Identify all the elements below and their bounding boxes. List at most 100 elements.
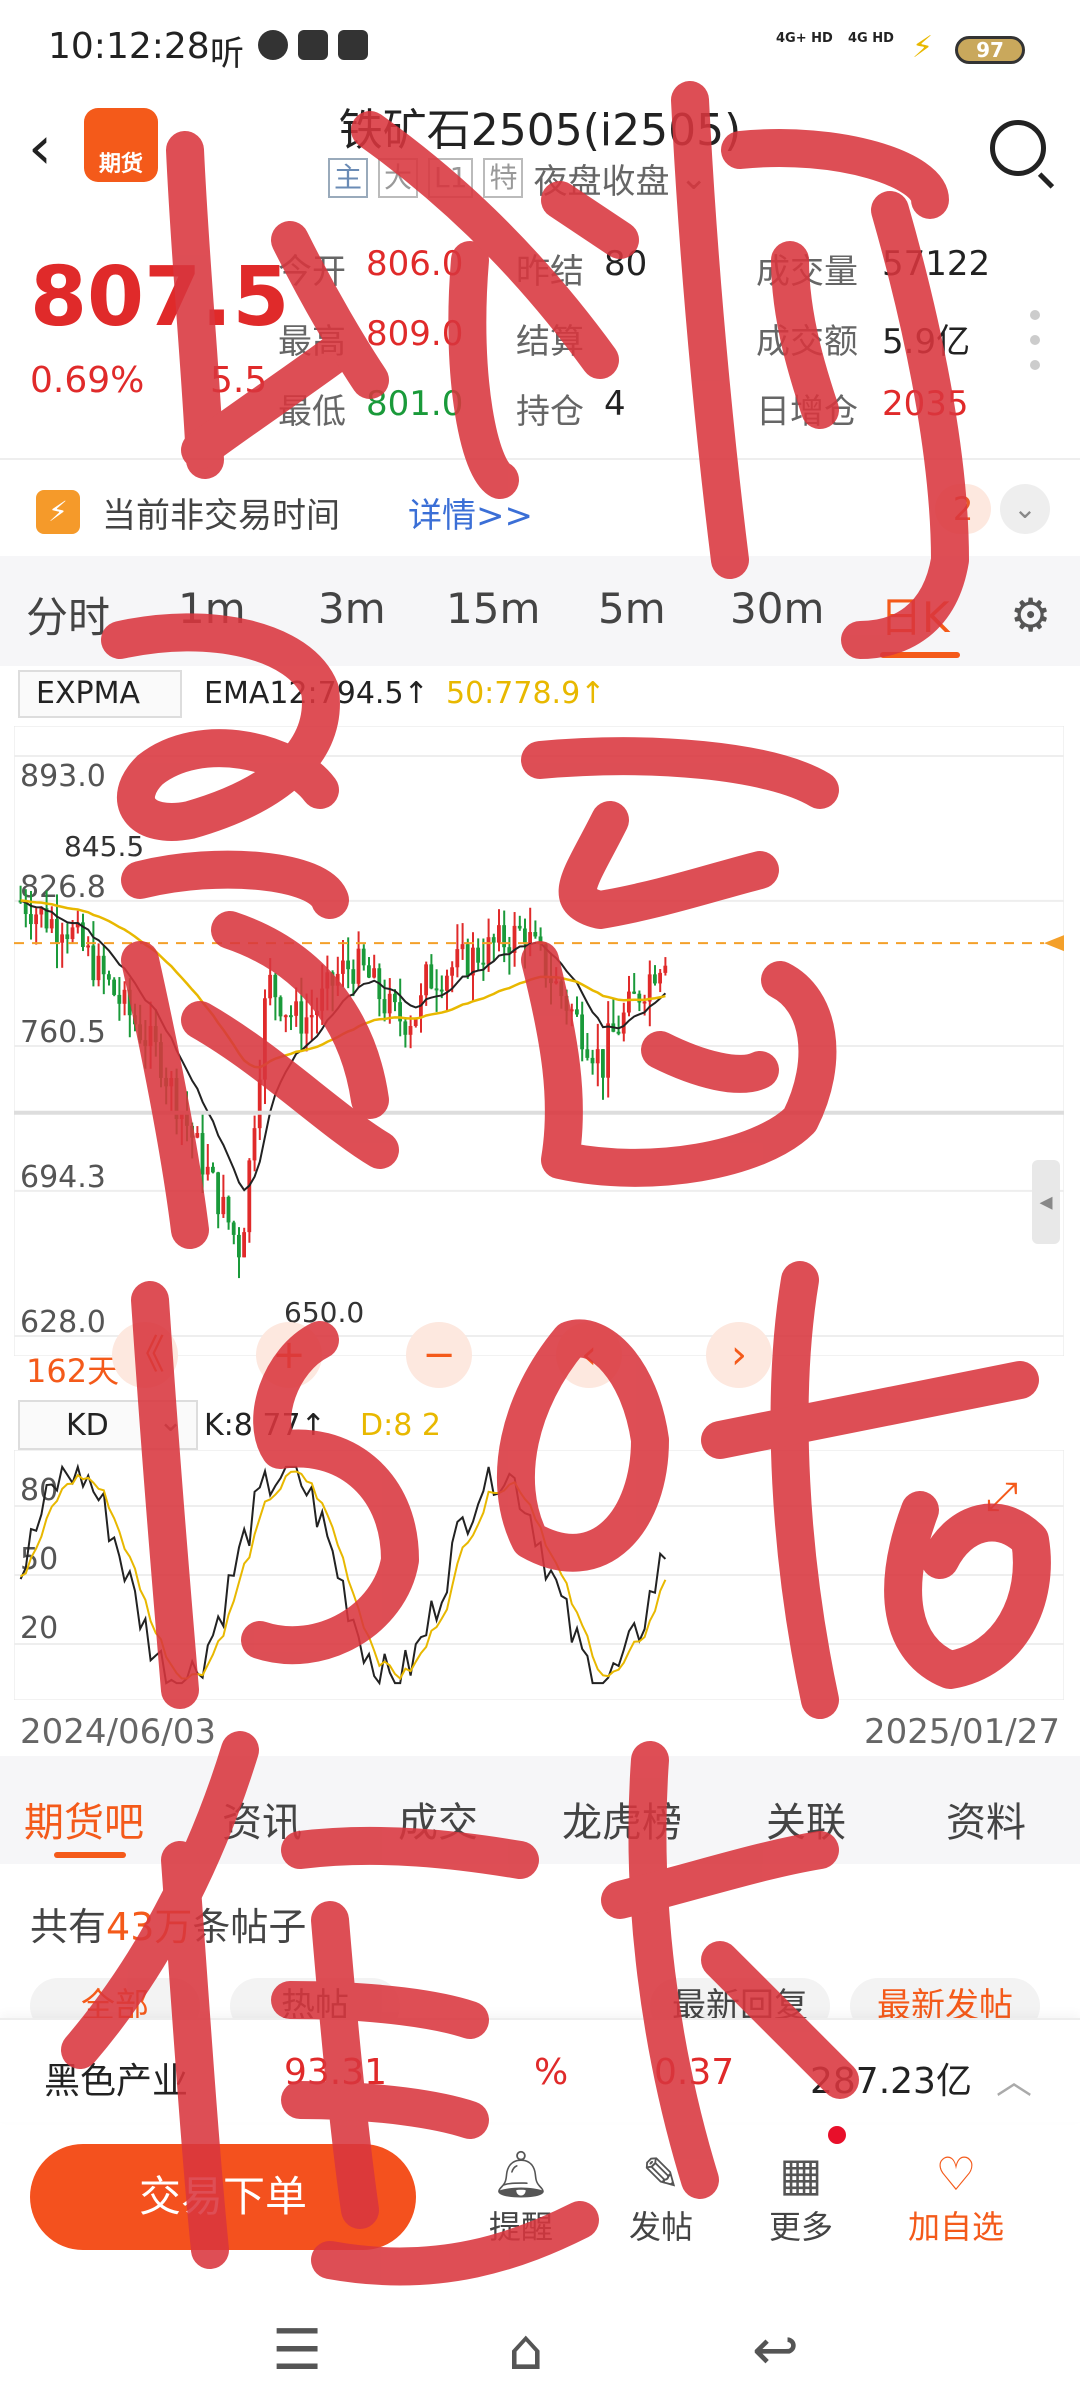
- search-icon[interactable]: [990, 120, 1046, 176]
- side-collapse-handle[interactable]: ◂: [1032, 1160, 1060, 1244]
- status-time: 10:12:28: [48, 26, 210, 67]
- menu-nav-icon[interactable]: ☰: [272, 2318, 322, 2383]
- candle-body: [341, 960, 345, 974]
- candle-body: [356, 948, 361, 984]
- chevron-down-icon[interactable]: ⌄: [158, 1404, 183, 1439]
- trade-order-button[interactable]: 交易下单: [30, 2144, 416, 2250]
- chart-frame: [14, 726, 1064, 1356]
- post-count-prefix: 共有: [30, 1905, 107, 1949]
- sector-pct: %: [534, 2052, 569, 2093]
- chevron-up-icon[interactable]: ︿: [996, 2052, 1032, 2104]
- candle-body: [476, 947, 480, 963]
- candle-body: [445, 975, 449, 991]
- zoom-in-button[interactable]: +: [256, 1322, 322, 1388]
- candle-body: [263, 998, 267, 1080]
- session-status[interactable]: 夜盘收盘: [533, 154, 669, 203]
- tab-daily-k[interactable]: 日K: [880, 584, 950, 645]
- quote-label-volume: 成交量: [756, 252, 858, 292]
- tab-profile[interactable]: 资料: [946, 1790, 1026, 1848]
- tab-related[interactable]: 关联: [766, 1790, 846, 1848]
- back-nav-icon[interactable]: ↩: [752, 2318, 799, 2383]
- x-start-date: 2024/06/03: [20, 1712, 216, 1752]
- tag-l1: L1: [428, 158, 474, 198]
- notice-details-link[interactable]: 详情>>: [408, 488, 533, 537]
- candle-body: [231, 1222, 236, 1235]
- tab-3m[interactable]: 3m: [318, 584, 386, 633]
- candle-body: [455, 949, 460, 968]
- candle-body: [575, 1009, 579, 1015]
- candle-body: [439, 989, 444, 992]
- candle-body: [403, 1021, 408, 1035]
- quote-label-oi-change: 日增仓: [756, 392, 858, 432]
- candle-body: [585, 1049, 590, 1058]
- post-count-number: 43万: [106, 1905, 193, 1949]
- scroll-left-button[interactable]: ‹: [556, 1322, 622, 1388]
- candle-body: [637, 993, 642, 1003]
- candle-body: [278, 997, 283, 1017]
- tab-futures-forum[interactable]: 期货吧: [24, 1790, 144, 1848]
- home-nav-icon[interactable]: ⌂: [508, 2318, 544, 2383]
- heart-icon: ♡: [935, 2147, 977, 2201]
- candle-body: [148, 1026, 153, 1047]
- tab-timeshare[interactable]: 分时: [26, 584, 110, 645]
- high-annotation: 845.5: [64, 830, 144, 863]
- tab-5m[interactable]: 5m: [598, 584, 666, 633]
- watch-label: 加自选: [907, 2208, 1004, 2246]
- tab-15m[interactable]: 15m: [446, 584, 540, 633]
- candle-body: [159, 1042, 163, 1078]
- candle-body: [237, 1234, 241, 1258]
- quote-value-low: 801.0: [366, 384, 464, 424]
- expand-icon[interactable]: ⤢: [986, 1474, 1018, 1520]
- candle-body: [185, 1114, 189, 1126]
- post-count: 共有43万条帖子: [30, 1896, 306, 1951]
- more-button[interactable]: ▦ 更多: [756, 2146, 846, 2248]
- tab-1m[interactable]: 1m: [178, 584, 246, 633]
- candle-body: [294, 1001, 298, 1016]
- chevron-down-icon[interactable]: ⌄: [679, 158, 708, 198]
- post-button[interactable]: ✎ 发帖: [616, 2146, 706, 2248]
- tab-leaderboard[interactable]: 龙虎榜: [562, 1790, 682, 1848]
- kd-name[interactable]: KD: [66, 1408, 109, 1443]
- more-dots-icon[interactable]: [1030, 310, 1040, 370]
- zoom-out-button[interactable]: −: [406, 1322, 472, 1388]
- tag-main: 主: [328, 158, 369, 198]
- add-watchlist-button[interactable]: ♡ 加自选: [896, 2146, 1016, 2248]
- candle-body: [590, 1057, 595, 1064]
- candle-body: [408, 1025, 413, 1035]
- candle-body: [179, 1114, 184, 1120]
- candle-body: [658, 972, 662, 984]
- candle-body: [361, 948, 366, 966]
- card-icon: [338, 30, 368, 60]
- days-label: 162天: [26, 1352, 120, 1390]
- chevron-down-icon[interactable]: ⌄: [1000, 484, 1050, 534]
- kd-tick-label: 20: [20, 1611, 58, 1646]
- futures-logo: 期货: [84, 108, 158, 182]
- gear-icon[interactable]: ⚙: [1010, 588, 1051, 642]
- tab-news[interactable]: 资讯: [222, 1790, 302, 1848]
- candlestick-chart[interactable]: 893.0826.8760.5694.3628.0845.5650.0: [14, 726, 1064, 1356]
- candle-body: [393, 993, 397, 1003]
- candle-body: [315, 1010, 319, 1016]
- bell-icon: 🔔︎: [491, 2147, 551, 2201]
- remind-button[interactable]: 🔔︎ 提醒: [476, 2146, 566, 2248]
- candle-body: [289, 1015, 293, 1018]
- candle-body: [580, 1014, 584, 1050]
- tab-30m[interactable]: 30m: [730, 584, 824, 633]
- kd-chart[interactable]: 805020: [14, 1450, 1064, 1700]
- candle-body: [434, 988, 439, 991]
- candle-body: [523, 928, 527, 945]
- tab-trades[interactable]: 成交: [398, 1790, 478, 1848]
- more-label: 更多: [768, 2208, 833, 2246]
- notice-count-badge[interactable]: 2: [935, 484, 991, 534]
- zoom-out-all-button[interactable]: 《: [112, 1322, 178, 1388]
- back-button[interactable]: ‹: [28, 118, 52, 178]
- scroll-right-button[interactable]: ›: [706, 1322, 772, 1388]
- candle-body: [86, 945, 90, 948]
- candle-body: [367, 965, 371, 978]
- candle-body: [91, 945, 96, 981]
- candle-body: [627, 991, 631, 1013]
- candle-body: [268, 974, 272, 999]
- indicator-name[interactable]: EXPMA: [36, 676, 140, 722]
- post-label: 发帖: [628, 2208, 693, 2246]
- app-hint: 听: [210, 34, 244, 74]
